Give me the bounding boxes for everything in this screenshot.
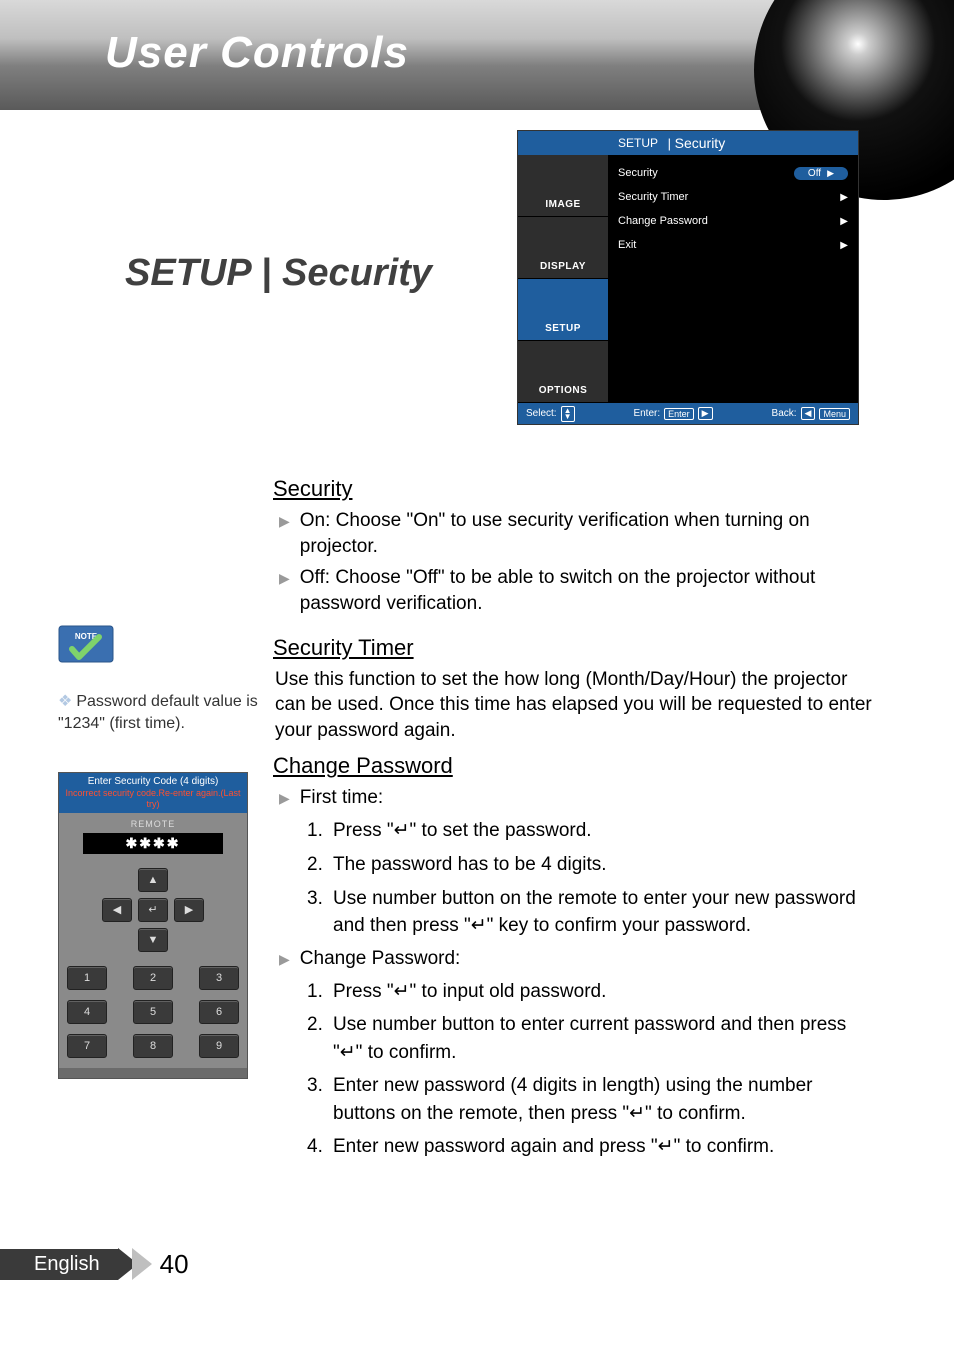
- security-keypad-screenshot: Enter Security Code (4 digits) Incorrect…: [58, 772, 248, 1079]
- page-header: User Controls: [0, 0, 954, 110]
- keypad-line1: Enter Security Code (4 digits): [61, 776, 245, 788]
- osd-tab-display[interactable]: DISPLAY: [518, 217, 608, 279]
- chevron-right-icon: ▶: [840, 192, 848, 203]
- keypad-5-button[interactable]: 5: [133, 1000, 173, 1024]
- security-timer-text: Use this function to set the how long (M…: [275, 667, 875, 744]
- keypad-2-button[interactable]: 2: [133, 966, 173, 990]
- heading-security-timer: Security Timer: [273, 635, 414, 661]
- osd-footer-back-label: Back:: [772, 408, 797, 419]
- osd-row-label: Change Password: [618, 215, 708, 227]
- osd-row-security[interactable]: Security Off ▶: [618, 161, 848, 185]
- bullet-icon: ▶: [279, 785, 290, 811]
- dpad-enter-button[interactable]: ↵: [138, 898, 168, 922]
- first-time-steps: 1.Press "↵" to set the password. 2.The p…: [307, 817, 875, 939]
- osd-row-label: Security Timer: [618, 191, 688, 203]
- first-time-label: First time:: [300, 785, 875, 811]
- osd-row-label: Security: [618, 167, 658, 179]
- osd-tab-image[interactable]: IMAGE: [518, 155, 608, 217]
- osd-screenshot: SETUP | Security IMAGE DISPLAY SETUP OPT…: [517, 130, 859, 425]
- osd-sidebar: IMAGE DISPLAY SETUP OPTIONS: [518, 155, 608, 403]
- updown-icon: ▲▼: [561, 406, 575, 422]
- keypad-dpad: ▲ ◀ ↵ ▶ ▼: [67, 868, 239, 952]
- bullet-icon: ▶: [279, 508, 290, 534]
- first-step-3: Use number button on the remote to enter…: [333, 885, 875, 940]
- osd-breadcrumb-security: Security: [675, 135, 726, 151]
- menu-key-icon: Menu: [819, 408, 850, 420]
- change-step-1: Press "↵" to input old password.: [333, 978, 875, 1006]
- osd-footer: Select: ▲▼ Enter: Enter ▶ Back: ◀ Menu: [518, 403, 858, 424]
- right-key-icon: ▶: [698, 407, 713, 420]
- dpad-left-button[interactable]: ◀: [102, 898, 132, 922]
- osd-breadcrumb: SETUP | Security: [518, 131, 858, 155]
- note-text: ❖Password default value is "1234" (first…: [58, 691, 258, 734]
- keypad-7-button[interactable]: 7: [67, 1034, 107, 1058]
- footer-language: English: [0, 1249, 118, 1280]
- osd-security-value-text: Off: [808, 168, 821, 179]
- osd-row-exit[interactable]: Exit ▶: [618, 233, 848, 257]
- osd-footer-select-label: Select:: [526, 408, 557, 419]
- note-text-content: Password default value is "1234" (first …: [58, 693, 258, 732]
- page-footer: English 40: [0, 1248, 189, 1280]
- bullet-icon: ▶: [279, 946, 290, 972]
- keypad-4-button[interactable]: 4: [67, 1000, 107, 1024]
- osd-row-label: Exit: [618, 239, 636, 251]
- main-content: Security ▶ On: Choose "On" to use securi…: [255, 470, 875, 1167]
- page-number: 40: [160, 1249, 189, 1280]
- dpad-right-button[interactable]: ▶: [174, 898, 204, 922]
- osd-security-value[interactable]: Off ▶: [794, 167, 848, 180]
- change-step-2: Use number button to enter current passw…: [333, 1011, 875, 1066]
- osd-tab-setup[interactable]: SETUP: [518, 279, 608, 341]
- first-step-2: The password has to be 4 digits.: [333, 851, 875, 879]
- dpad-down-button[interactable]: ▼: [138, 928, 168, 952]
- first-step-1: Press "↵" to set the password.: [333, 817, 875, 845]
- side-column: NOTE ❖Password default value is "1234" (…: [58, 625, 258, 1079]
- enter-key-icon: Enter: [664, 408, 694, 420]
- change-password-label: Change Password:: [300, 946, 875, 972]
- security-on-text: On: Choose "On" to use security verifica…: [300, 508, 875, 559]
- keypad-line2: Incorrect security code.Re-enter again.(…: [61, 788, 245, 810]
- osd-breadcrumb-setup: SETUP: [618, 136, 658, 150]
- keypad-numbers: 1 2 3 4 5 6 7 8 9: [67, 966, 239, 1058]
- keypad-9-button[interactable]: 9: [199, 1034, 239, 1058]
- change-step-3: Enter new password (4 digits in length) …: [333, 1072, 875, 1127]
- chevron-right-icon: ▶: [840, 216, 848, 227]
- note-icon: NOTE: [58, 625, 114, 677]
- bullet-icon: ▶: [279, 565, 290, 591]
- osd-row-change-password[interactable]: Change Password ▶: [618, 209, 848, 233]
- osd-footer-enter-label: Enter:: [633, 408, 660, 419]
- keypad-8-button[interactable]: 8: [133, 1034, 173, 1058]
- left-key-icon: ◀: [801, 407, 816, 420]
- heading-change-password: Change Password: [273, 753, 453, 779]
- security-off-text: Off: Choose "Off" to be able to switch o…: [300, 565, 875, 616]
- chevron-right-icon: ▶: [840, 240, 848, 251]
- chevron-right-icon: ▶: [827, 168, 834, 179]
- keypad-6-button[interactable]: 6: [199, 1000, 239, 1024]
- diamond-icon: ❖: [58, 693, 72, 710]
- osd-row-security-timer[interactable]: Security Timer ▶: [618, 185, 848, 209]
- osd-tab-options[interactable]: OPTIONS: [518, 341, 608, 403]
- change-password-steps: 1.Press "↵" to input old password. 2.Use…: [307, 978, 875, 1161]
- heading-security: Security: [273, 476, 352, 502]
- change-step-4: Enter new password again and press "↵" t…: [333, 1133, 875, 1161]
- keypad-remote-label: REMOTE: [67, 819, 239, 829]
- osd-content: Security Off ▶ Security Timer ▶ Change P…: [608, 155, 858, 403]
- dpad-up-button[interactable]: ▲: [138, 868, 168, 892]
- keypad-stars: ✱✱✱✱: [83, 833, 223, 854]
- keypad-header: Enter Security Code (4 digits) Incorrect…: [59, 773, 247, 813]
- keypad-3-button[interactable]: 3: [199, 966, 239, 990]
- keypad-1-button[interactable]: 1: [67, 966, 107, 990]
